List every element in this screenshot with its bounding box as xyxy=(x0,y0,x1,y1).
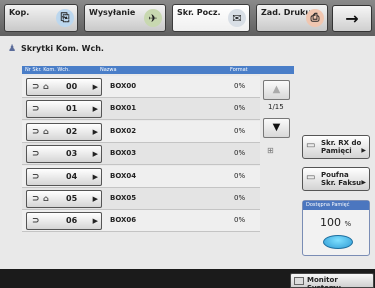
page-indicator: 1/15 xyxy=(268,103,284,111)
tab-inbox[interactable]: Skr. Pocz. ✉ xyxy=(172,4,250,32)
scroll-up-button[interactable]: ▲ xyxy=(263,80,290,100)
tab-bar: Kop. ⎘ Wysyłanie ✈ Skr. Pocz. ✉ Zad. Dru… xyxy=(0,0,375,36)
chevron-right-icon: ▶ xyxy=(92,105,98,114)
printer-icon: ⎙ xyxy=(306,9,324,27)
inbox-icon: ⊃ xyxy=(32,194,40,204)
page-title: ♟ Skrytki Kom. Wch. xyxy=(8,44,104,54)
box-name: BOX02 xyxy=(110,126,137,135)
memory-label: Dostępna Pamięć xyxy=(303,201,369,210)
inbox-icon: ⊃ xyxy=(32,171,40,182)
box-usage: 0% xyxy=(234,82,246,90)
box-name: BOX00 xyxy=(110,82,137,90)
memory-number: 100 xyxy=(320,216,341,229)
box-name: BOX06 xyxy=(110,216,137,225)
grid-view-icon[interactable]: ⊞ xyxy=(267,146,274,155)
mailbox-icon: ✉ xyxy=(228,9,246,27)
box-row[interactable]: ⊃ ⌂ 00 ▶ BOX00 0% xyxy=(22,76,260,98)
box-usage: 0% xyxy=(234,104,246,113)
box-number: 00 xyxy=(66,82,78,91)
box-row[interactable]: ⊃ 01 ▶ BOX01 0% xyxy=(22,98,260,121)
copy-icon: ⎘ xyxy=(56,9,74,27)
chevron-right-icon: ▶ xyxy=(361,179,366,186)
box-number: 02 xyxy=(66,126,78,136)
chevron-right-icon: ▶ xyxy=(92,83,98,91)
box-usage: 0% xyxy=(234,171,246,180)
inbox-icon: ⊃ xyxy=(32,82,40,92)
page-title-text: Skrytki Kom. Wch. xyxy=(21,44,104,53)
box-row[interactable]: ⊃ ⌂ 02 ▶ BOX02 0% xyxy=(22,120,260,143)
tab-inbox-label: Skr. Pocz. xyxy=(177,8,221,17)
box-name: BOX01 xyxy=(110,104,137,113)
chevron-right-icon: ▶ xyxy=(92,195,98,203)
box-row[interactable]: ⊃ ⌂ 05 ▶ BOX05 0% xyxy=(22,188,260,210)
lock-icon: ⌂ xyxy=(43,82,49,91)
chevron-right-icon: ▶ xyxy=(92,172,98,181)
box-number-button[interactable]: ⊃ 04 ▶ xyxy=(26,167,102,186)
col-format: Format xyxy=(230,67,248,73)
box-usage: 0% xyxy=(234,126,246,135)
lock-icon: ⌂ xyxy=(43,126,49,136)
box-usage: 0% xyxy=(234,194,246,202)
monitor-icon xyxy=(294,277,304,285)
box-usage: 0% xyxy=(234,149,246,158)
box-row[interactable]: ⊃ 06 ▶ BOX06 0% xyxy=(22,210,260,233)
box-row[interactable]: ⊃ 04 ▶ BOX04 0% xyxy=(22,165,260,188)
box-number: 06 xyxy=(66,216,78,226)
rx-line1: Skr. RX do xyxy=(321,139,362,147)
box-number: 05 xyxy=(66,194,78,203)
chevron-right-icon: ▶ xyxy=(92,150,98,159)
tab-print-label: Zad. Druku xyxy=(261,8,312,17)
box-row[interactable]: ⊃ 03 ▶ BOX03 0% xyxy=(22,143,260,166)
inbox-icon: ⊃ xyxy=(32,216,40,227)
inbox-icon: ⊃ xyxy=(32,104,40,115)
available-memory-panel: Dostępna Pamięć 100 % xyxy=(302,200,370,256)
inbox-folder-icon: ♟ xyxy=(8,44,17,54)
scroll-down-button[interactable]: ▼ xyxy=(263,118,290,138)
box-number-button[interactable]: ⊃ 01 ▶ xyxy=(26,100,102,119)
mailbox-screen: Kop. ⎘ Wysyłanie ✈ Skr. Pocz. ✉ Zad. Dru… xyxy=(0,0,375,288)
confidential-fax-box-button[interactable]: ▭ Poufna Skr. Faksu ▶ xyxy=(302,167,370,191)
tab-send-label: Wysyłanie xyxy=(89,8,136,17)
box-name: BOX03 xyxy=(110,149,137,158)
box-number-button[interactable]: ⊃ ⌂ 00 ▶ xyxy=(26,78,102,96)
inbox-icon: ⊃ xyxy=(32,126,40,137)
tab-copy[interactable]: Kop. ⎘ xyxy=(4,4,78,32)
tab-send[interactable]: Wysyłanie ✈ xyxy=(84,4,166,32)
lock-icon: ⌂ xyxy=(43,194,49,203)
box-number-button[interactable]: ⊃ ⌂ 02 ▶ xyxy=(26,122,102,141)
memory-unit: % xyxy=(344,220,352,228)
confidential-box-icon: ▭ xyxy=(306,172,316,183)
rx-memory-box-button[interactable]: ▭ Skr. RX do Pamięci ▶ xyxy=(302,135,370,159)
box-number-button[interactable]: ⊃ 03 ▶ xyxy=(26,145,102,164)
tab-copy-label: Kop. xyxy=(9,8,30,17)
system-monitor-label: Monitor Systemu xyxy=(307,276,342,288)
box-number: 03 xyxy=(66,149,78,159)
box-name: BOX04 xyxy=(110,171,137,180)
chevron-right-icon: ▶ xyxy=(92,217,98,226)
col-number: Nr Skr. Kom. Wch. xyxy=(25,67,70,73)
memory-disc-icon xyxy=(323,235,353,249)
box-name: BOX05 xyxy=(110,194,137,202)
memory-box-icon: ▭ xyxy=(306,140,316,151)
box-number-button[interactable]: ⊃ 06 ▶ xyxy=(26,212,102,231)
secure-line1: Poufna xyxy=(321,171,349,179)
system-monitor-button[interactable]: Monitor Systemu xyxy=(290,273,374,288)
tab-print-jobs[interactable]: Zad. Druku ⎙ xyxy=(256,4,328,32)
box-number: 04 xyxy=(66,171,78,181)
col-name: Nazwa xyxy=(100,67,117,73)
list-header: Nr Skr. Kom. Wch. Nazwa Format xyxy=(22,66,260,74)
send-icon: ✈ xyxy=(144,9,162,27)
box-number: 01 xyxy=(66,104,78,114)
chevron-right-icon: ▶ xyxy=(361,147,366,154)
list-header-extension xyxy=(260,66,294,74)
box-number-button[interactable]: ⊃ ⌂ 05 ▶ xyxy=(26,190,102,208)
chevron-right-icon: ▶ xyxy=(92,127,98,136)
box-usage: 0% xyxy=(234,216,246,225)
memory-value: 100 % xyxy=(320,216,351,229)
inbox-icon: ⊃ xyxy=(32,149,40,160)
next-function-button[interactable]: → xyxy=(332,5,372,32)
